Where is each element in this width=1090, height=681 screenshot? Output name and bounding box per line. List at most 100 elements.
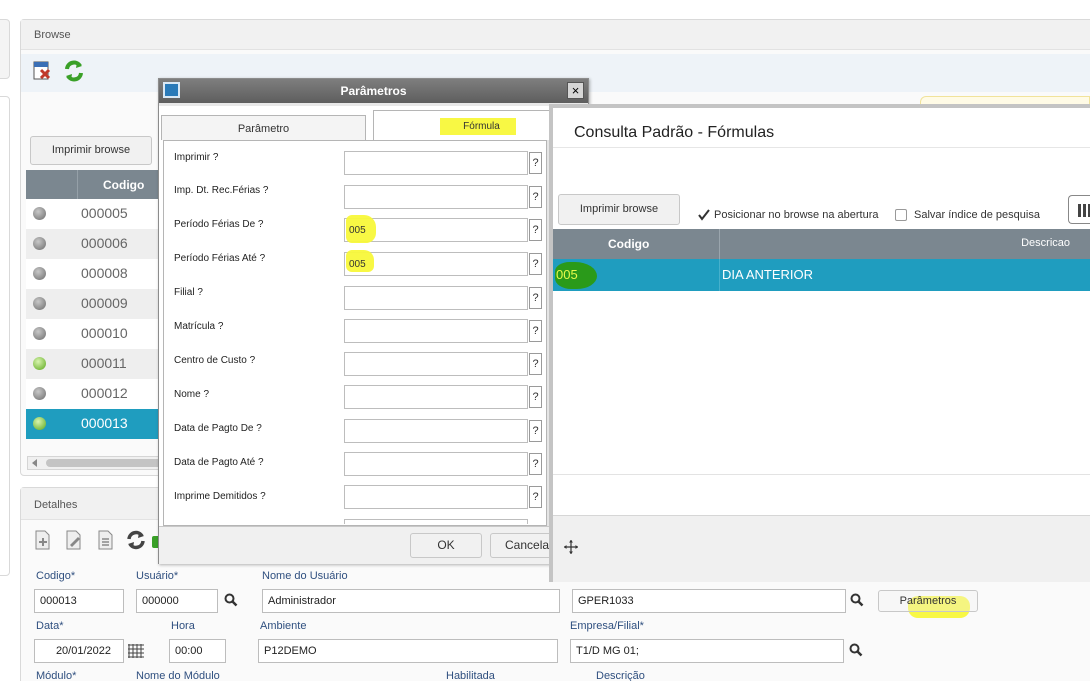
move-icon[interactable] xyxy=(564,540,578,554)
param-field[interactable] xyxy=(344,185,528,209)
param-field[interactable] xyxy=(344,151,528,175)
param-field[interactable] xyxy=(344,319,528,343)
position-checkbox[interactable] xyxy=(697,208,711,222)
table-row[interactable]: 000008 xyxy=(26,259,160,289)
add-record-icon[interactable] xyxy=(33,529,53,551)
position-checkbox-label: Posicionar no browse na abertura xyxy=(714,209,879,221)
usuario-field[interactable]: 000000 xyxy=(136,589,218,613)
param-field[interactable] xyxy=(344,485,528,509)
table-row[interactable]: 000005 xyxy=(26,199,160,229)
param-label: Período Férias Até ? xyxy=(174,253,266,264)
empresa-label: Empresa/Filial* xyxy=(570,620,644,632)
lookup-dialog: Consulta Padrão - Fórmulas Imprimir brow… xyxy=(549,104,1090,582)
parametros-button[interactable]: Parâmetros xyxy=(878,590,978,612)
refresh-icon[interactable] xyxy=(63,60,85,82)
param-label: Data de Pagto Até ? xyxy=(174,457,264,468)
param-help-button[interactable]: ? xyxy=(529,386,542,408)
status-gray-icon xyxy=(33,267,46,280)
data-label: Data* xyxy=(36,620,64,632)
habilitada-label: Habilitada xyxy=(446,670,495,681)
formula-search-icon[interactable] xyxy=(850,593,864,607)
table-row[interactable]: 000009 xyxy=(26,289,160,319)
param-field[interactable] xyxy=(344,385,528,409)
param-label: Imprime Demitidos ? xyxy=(174,491,266,502)
nome-usuario-field[interactable]: Administrador xyxy=(262,589,560,613)
data-field[interactable]: 20/01/2022 xyxy=(34,639,124,663)
close-icon[interactable]: × xyxy=(567,82,584,99)
ok-button[interactable]: OK xyxy=(410,533,482,558)
status-gray-icon xyxy=(33,297,46,310)
lookup-row-selected[interactable]: 005 DIA ANTERIOR xyxy=(553,259,1090,291)
formula-field[interactable]: GPER1033 xyxy=(572,589,846,613)
save-index-checkbox-label: Salvar índice de pesquisa xyxy=(914,209,1040,221)
parametros-dialog-titlebar: Parâmetros × xyxy=(159,79,588,103)
column-header-codigo[interactable]: Codigo xyxy=(103,178,144,192)
param-help-button[interactable]: ? xyxy=(529,186,542,208)
lookup-col-code[interactable]: Codigo xyxy=(608,237,649,251)
param-help-button[interactable]: ? xyxy=(529,152,542,174)
table-row[interactable]: 000011 xyxy=(26,349,160,379)
param-help-button[interactable]: ? xyxy=(529,287,542,309)
ambiente-field[interactable]: P12DEMO xyxy=(258,639,558,663)
modulo-label: Módulo* xyxy=(36,670,77,681)
ambiente-label: Ambiente xyxy=(260,620,307,632)
print-report-icon[interactable] xyxy=(32,60,52,82)
param-label: Matrícula ? xyxy=(174,321,224,332)
param-label: Nome ? xyxy=(174,389,210,400)
save-index-checkbox[interactable] xyxy=(895,209,907,221)
table-row[interactable]: 000012 xyxy=(26,379,160,409)
param-label: Centro de Custo ? xyxy=(174,355,256,366)
left-edge-panel-mid xyxy=(0,96,10,576)
codigo-label: Codigo* xyxy=(36,570,76,582)
param-help-button[interactable]: ? xyxy=(529,453,542,475)
usuario-search-icon[interactable] xyxy=(224,593,238,607)
status-green-icon xyxy=(33,357,46,370)
edit-record-icon[interactable] xyxy=(64,529,84,551)
param-field[interactable] xyxy=(344,419,528,443)
descricao-label: Descrição xyxy=(596,670,645,681)
param-help-button[interactable]: ? xyxy=(529,253,542,275)
param-field[interactable] xyxy=(344,352,528,376)
parametros-dialog-title: Parâmetros xyxy=(340,84,407,98)
param-help-button[interactable]: ? xyxy=(529,219,542,241)
calendar-icon[interactable] xyxy=(128,644,144,658)
codigo-field[interactable]: 000013 xyxy=(34,589,124,613)
lookup-dialog-title: Consulta Padrão - Fórmulas xyxy=(574,124,775,141)
table-row[interactable]: 000006 xyxy=(26,229,160,259)
param-field[interactable]: 005 xyxy=(344,215,528,243)
tab-parametro[interactable]: Parâmetro xyxy=(161,115,366,140)
hora-label: Hora xyxy=(171,620,195,632)
param-help-button[interactable]: ? xyxy=(529,420,542,442)
lookup-col-desc[interactable]: Descricao xyxy=(1021,237,1070,249)
lookup-grid-header: Codigo Descricao xyxy=(553,229,1090,259)
browse-title: Browse xyxy=(34,29,71,41)
status-gray-icon xyxy=(33,327,46,340)
param-label: Imprimir ? xyxy=(174,152,219,163)
param-help-button[interactable]: ? xyxy=(529,353,542,375)
param-field[interactable] xyxy=(344,452,528,476)
lookup-print-button[interactable]: Imprimir browse xyxy=(558,194,680,225)
empresa-search-icon[interactable] xyxy=(849,643,863,657)
status-green-icon xyxy=(33,417,46,430)
param-label: Filial ? xyxy=(174,287,203,298)
scroll-left-icon[interactable] xyxy=(32,459,37,467)
param-help-button[interactable]: ? xyxy=(529,486,542,508)
param-label: Imp. Dt. Rec.Férias ? xyxy=(174,185,269,196)
reload-icon[interactable] xyxy=(125,529,147,551)
param-field[interactable]: 005 xyxy=(344,250,528,276)
usuario-label: Usuário* xyxy=(136,570,179,582)
status-gray-icon xyxy=(33,387,46,400)
browse-horizontal-scrollbar[interactable] xyxy=(27,456,166,470)
empresa-field[interactable]: T1/D MG 01; xyxy=(570,639,844,663)
status-gray-icon xyxy=(33,237,46,250)
columns-icon[interactable] xyxy=(1068,195,1090,224)
hora-field[interactable]: 00:00 xyxy=(169,639,226,663)
details-title: Detalhes xyxy=(34,499,78,511)
param-field[interactable] xyxy=(344,286,528,310)
view-record-icon[interactable] xyxy=(96,529,116,551)
param-help-button[interactable]: ? xyxy=(529,320,542,342)
table-row[interactable]: 000010 xyxy=(26,319,160,349)
browse-grid-header: Codigo xyxy=(26,170,160,199)
browse-print-button[interactable]: Imprimir browse xyxy=(30,136,152,165)
table-row-selected[interactable]: 000013 xyxy=(26,409,160,439)
